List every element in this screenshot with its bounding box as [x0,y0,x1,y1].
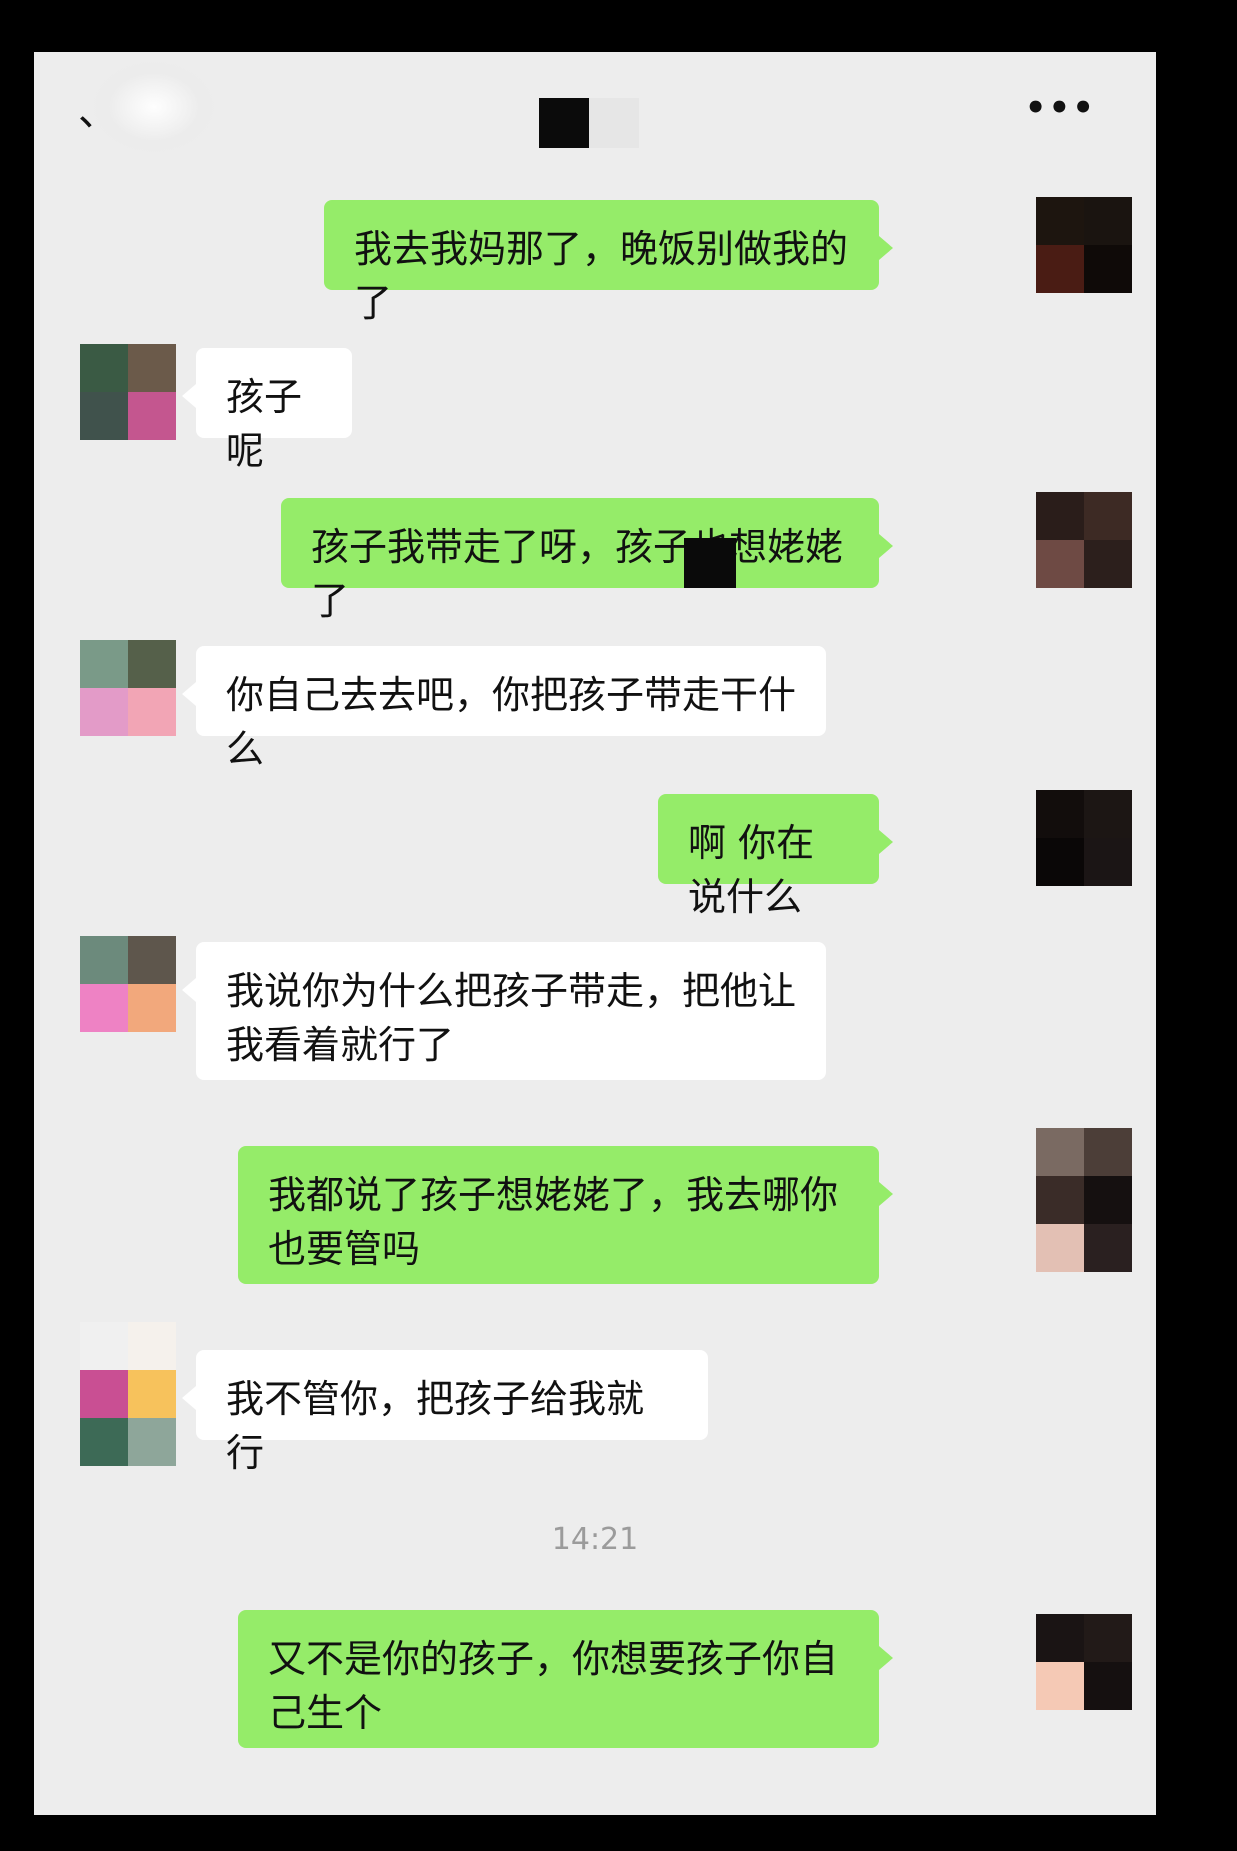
message-timestamp: 14:21 [551,1522,639,1557]
avatar-mosaic-cell [1036,838,1084,886]
avatar-self[interactable] [1036,1614,1132,1710]
avatar-mosaic-cell [80,344,128,392]
avatar-mosaic-cell [1036,197,1084,245]
avatar-mosaic-cell [80,688,128,736]
message-bubble-received[interactable]: 我不管你，把孩子给我就行 [182,1350,708,1475]
redaction-block [684,538,736,588]
avatar-mosaic-cell [1036,492,1084,540]
avatar-self[interactable] [1036,197,1132,293]
avatar-mosaic-cell [1036,245,1084,293]
avatar-mosaic-cell [1036,540,1084,588]
avatar-mosaic-cell [1084,790,1132,838]
message-bubble-sent[interactable]: 又不是你的孩子，你想要孩子你自己生个 [238,1610,893,1748]
avatar-mosaic-cell [1036,1662,1084,1710]
avatar-mosaic-cell [1084,492,1132,540]
avatar-mosaic-cell [1084,245,1132,293]
avatar-mosaic-cell [80,392,128,440]
chat-title-redacted [539,98,639,148]
title-mosaic-cell [589,98,639,148]
avatar-self[interactable] [1036,492,1132,588]
avatar-mosaic-cell [80,936,128,984]
avatar-mosaic-cell [128,1418,176,1466]
avatar-contact[interactable] [80,936,176,1032]
avatar-mosaic-cell [1036,1128,1084,1176]
avatar-mosaic-cell [128,1322,176,1370]
more-options-icon[interactable]: ••• [1025,88,1096,128]
avatar-contact[interactable] [80,1322,176,1466]
avatar-mosaic-cell [1036,1224,1084,1272]
message-bubble-sent[interactable]: 我都说了孩子想姥姥了，我去哪你也要管吗 [238,1146,893,1284]
avatar-mosaic-cell [1084,1128,1132,1176]
avatar-mosaic-cell [80,640,128,688]
avatar-mosaic-cell [80,984,128,1032]
chat-screen: 、 ••• 我去我妈那了，晚饭别做我的了 孩子呢 孩子我带走了呀，孩子也想姥姥了… [34,52,1156,1815]
avatar-mosaic-cell [128,392,176,440]
avatar-mosaic-cell [1036,1176,1084,1224]
avatar-mosaic-cell [128,1370,176,1418]
avatar-mosaic-cell [1084,1614,1132,1662]
message-bubble-sent[interactable]: 孩子我带走了呀，孩子也想姥姥了 [281,498,893,623]
title-mosaic-cell [539,98,589,148]
avatar-mosaic-cell [80,1322,128,1370]
avatar-mosaic-cell [128,640,176,688]
avatar-mosaic-cell [1036,790,1084,838]
message-bubble-received[interactable]: 孩子呢 [182,348,352,473]
avatar-mosaic-cell [1036,1614,1084,1662]
avatar-mosaic-cell [1084,540,1132,588]
avatar-self[interactable] [1036,1128,1132,1272]
avatar-mosaic-cell [80,1370,128,1418]
message-bubble-sent[interactable]: 啊 你在说什么 [658,794,893,919]
avatar-mosaic-cell [1084,1224,1132,1272]
avatar-contact[interactable] [80,640,176,736]
avatar-mosaic-cell [1084,1662,1132,1710]
avatar-mosaic-cell [128,984,176,1032]
avatar-self[interactable] [1036,790,1132,886]
avatar-mosaic-cell [128,688,176,736]
avatar-mosaic-cell [80,1418,128,1466]
message-bubble-sent[interactable]: 我去我妈那了，晚饭别做我的了 [324,200,893,325]
avatar-mosaic-cell [1084,838,1132,886]
back-icon[interactable]: 、 [78,92,138,132]
avatar-mosaic-cell [128,344,176,392]
message-bubble-received[interactable]: 我说你为什么把孩子带走，把他让我看着就行了 [182,942,826,1080]
avatar-mosaic-cell [128,936,176,984]
avatar-contact[interactable] [80,344,176,440]
avatar-mosaic-cell [1084,1176,1132,1224]
message-bubble-received[interactable]: 你自己去去吧，你把孩子带走干什么 [182,646,826,771]
avatar-mosaic-cell [1084,197,1132,245]
chat-header: 、 ••• [34,52,1156,152]
